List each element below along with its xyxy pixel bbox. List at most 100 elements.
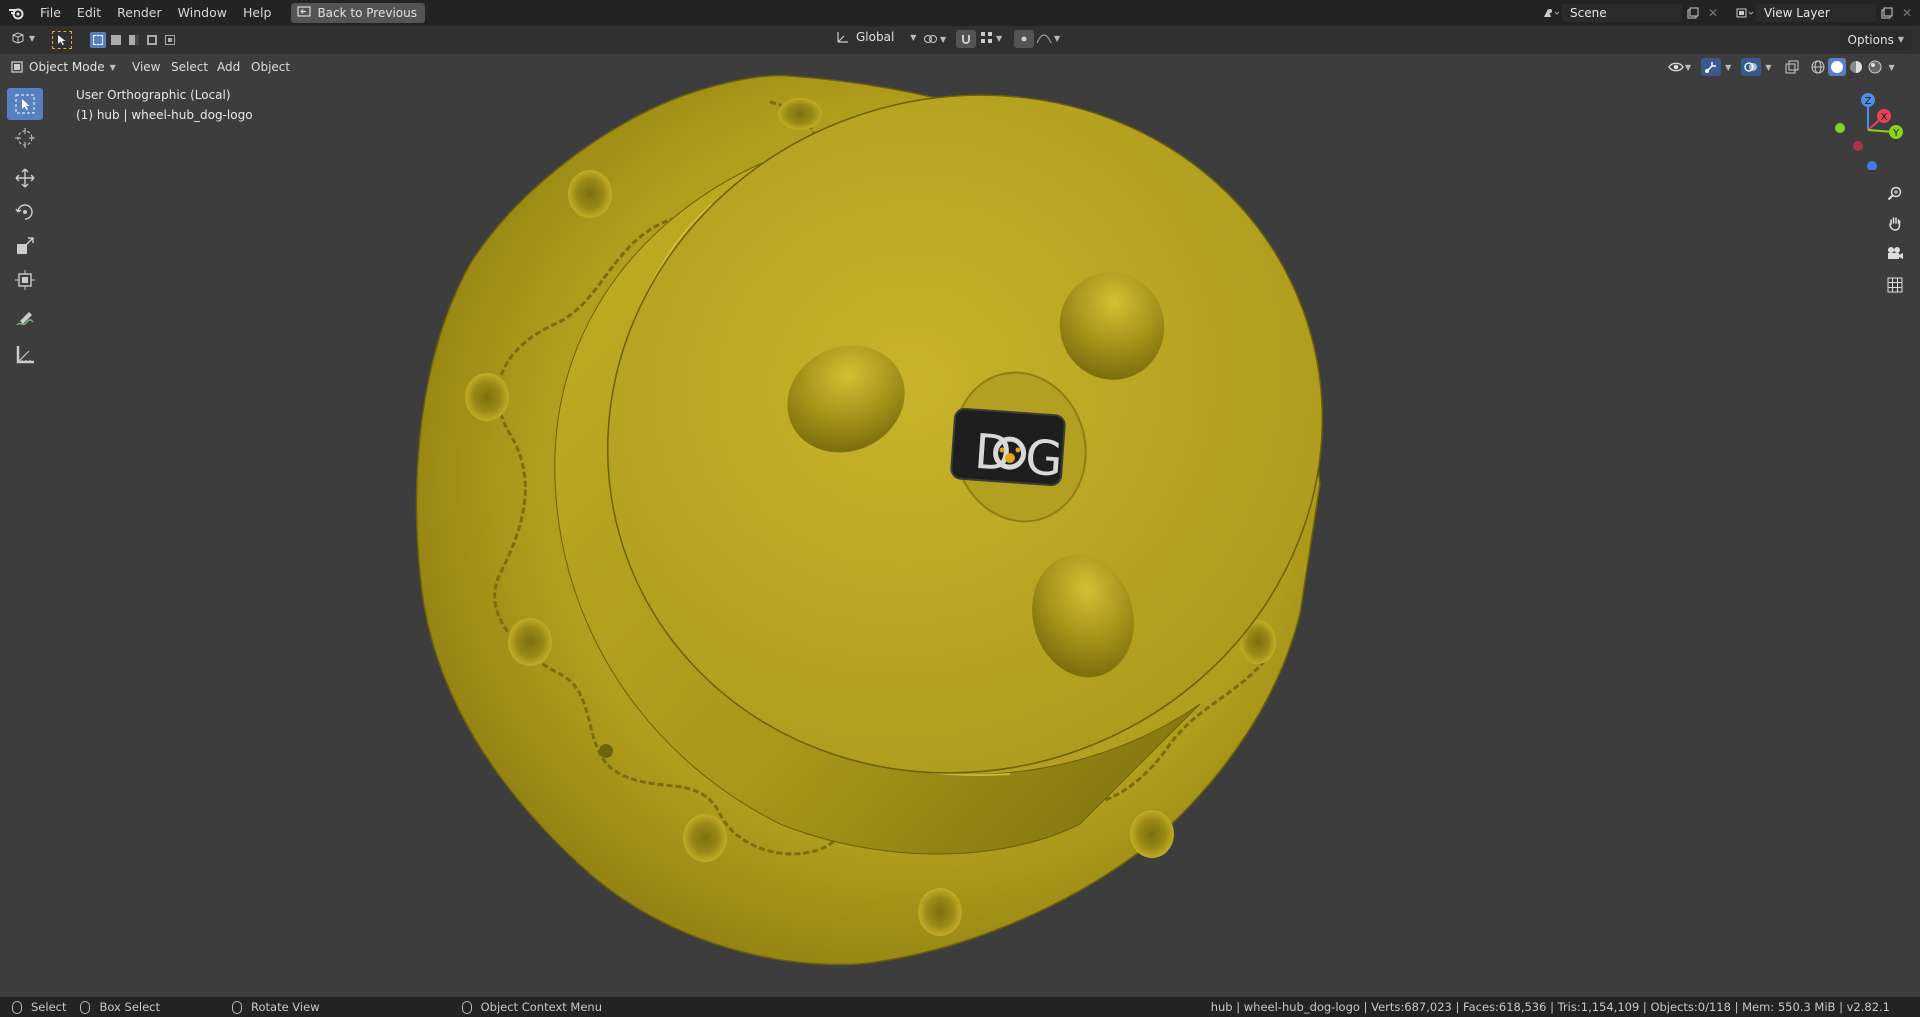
options-dropdown[interactable]: Options ▼ [1839,30,1912,50]
scene-name-field[interactable]: Scene [1562,4,1682,22]
shading-mode-group [1809,58,1884,76]
measure-ruler-icon [16,346,34,364]
menu-render[interactable]: Render [109,0,170,26]
set-new-selection-icon[interactable] [90,32,106,48]
select-box-icon [15,94,35,114]
editor-type-selector[interactable]: ▼ [10,30,35,46]
intersect-selection-icon[interactable] [162,32,178,48]
logo-letter-d: D [973,424,1014,482]
chevron-down-icon: ▼ [1685,62,1692,72]
snap-target-selector[interactable]: ▼ [980,31,1002,45]
snap-increment-icon [981,32,992,43]
menu-help[interactable]: Help [235,0,280,26]
transform-icon [15,270,35,290]
tool-select-box[interactable] [7,88,43,120]
annotate-pencil-icon [16,312,34,326]
status-bar: Select Box Select Rotate View Object Con… [0,997,1920,1017]
wireframe-shading-icon[interactable] [1809,58,1827,76]
solid-shading-icon[interactable] [1828,58,1847,76]
gizmo-z-label: Z [1865,96,1872,107]
viewport-shading-controls: ▼ ▼ ▼ ▼ [1668,57,1895,77]
xray-toggle-icon[interactable] [1783,58,1801,76]
tool-transform[interactable] [7,264,43,296]
blender-logo-icon[interactable] [0,0,32,26]
tool-settings-bar: ▼ Global ▼ ▼ ▼ ▼ Options ▼ [0,26,1920,54]
proportional-editing-icon[interactable] [1014,30,1034,48]
scene-browse-icon[interactable] [1540,3,1562,23]
tool-scale[interactable] [7,230,43,262]
status-select-hint: Select [12,1000,66,1014]
tool-measure[interactable] [7,338,43,370]
subtract-selection-icon[interactable] [126,32,142,48]
falloff-curve-icon [1036,34,1052,44]
chevron-down-icon[interactable]: ▼ [1725,63,1731,72]
view-name-label: User Orthographic (Local) [76,88,231,102]
viewport-menu-object[interactable]: Object [251,57,290,77]
select-tool-active-icon[interactable] [52,31,72,49]
camera-view-icon[interactable] [1882,240,1908,266]
tool-shelf [7,88,47,372]
rendered-shading-icon[interactable] [1866,58,1884,76]
pan-view-hand-icon[interactable] [1882,210,1908,236]
menu-edit[interactable]: Edit [69,0,109,26]
move-icon [15,168,35,188]
proportional-falloff-selector[interactable]: ▼ [1036,31,1060,45]
chevron-down-icon: ▼ [996,33,1003,43]
delete-scene-icon[interactable]: ✕ [1704,6,1722,20]
zoom-view-icon[interactable] [1882,180,1908,206]
wheel-hub-model[interactable]: D G [0,54,1920,997]
view-layer-field[interactable]: View Layer [1756,4,1876,22]
tool-move[interactable] [7,162,43,194]
viewport-menu-add[interactable]: Add [217,57,240,77]
delete-view-layer-icon[interactable]: ✕ [1898,6,1916,20]
gizmo-y-label: Y [1892,128,1900,139]
material-preview-icon[interactable] [1847,58,1865,76]
status-select-label: Select [31,1000,67,1014]
new-view-layer-icon[interactable] [1876,3,1898,23]
tool-rotate[interactable] [7,196,43,228]
status-box-select-hint: Box Select [80,1000,160,1014]
top-bar: File Edit Render Window Help Back to Pre… [0,0,1920,26]
tool-cursor[interactable] [7,122,43,154]
navigation-gizmo[interactable]: Z X Y [1828,90,1908,170]
screen-back-icon [297,5,312,21]
cursor-icon [15,128,35,148]
viewport-menu-select[interactable]: Select [171,57,208,77]
object-info-label: (1) hub | wheel-hub_dog-logo [76,108,253,122]
pivot-point-selector[interactable]: ▼ [922,31,946,47]
chevron-down-icon: ▼ [910,32,917,42]
view-layer-browse-icon[interactable] [1734,3,1756,23]
new-scene-icon[interactable] [1682,3,1704,23]
status-rotate-view-hint: Rotate View [232,1000,320,1014]
transform-orientation-selector[interactable]: Global ▼ [836,30,916,44]
object-mode-selector[interactable]: Object Mode ▼ [10,57,116,77]
mouse-left-icon [12,1000,22,1014]
rotate-icon [15,204,33,220]
object-mode-label: Object Mode [29,60,105,74]
3d-viewport[interactable]: D G User Orthographic (Local) (1) hub | … [0,54,1920,997]
dog-logo-badge: D G [950,407,1066,488]
toggle-ortho-grid-icon[interactable] [1882,272,1908,298]
chevron-down-icon: ▼ [940,34,947,44]
extend-selection-icon[interactable] [108,32,124,48]
orientation-label: Global [856,30,895,44]
overlays-toggle-icon[interactable] [1741,58,1762,76]
tool-annotate[interactable] [7,304,43,336]
viewport-menu-view[interactable]: View [132,57,160,77]
logo-letter-g: G [1023,429,1064,487]
snap-toggle-magnet-icon[interactable] [956,30,976,48]
chevron-down-icon[interactable]: ▼ [1888,63,1894,72]
back-to-previous-button[interactable]: Back to Previous [291,3,425,23]
back-to-previous-label: Back to Previous [317,6,417,20]
visibility-selector[interactable]: ▼ [1668,60,1691,74]
status-box-select-label: Box Select [99,1000,160,1014]
chevron-down-icon: ▼ [29,33,36,43]
invert-selection-icon[interactable] [144,32,160,48]
scene-layer-selectors: Scene ✕ View Layer ✕ [1540,0,1920,26]
gizmo-toggle-icon[interactable] [1701,58,1722,76]
options-label: Options [1847,33,1894,47]
scale-icon [17,237,34,254]
menu-file[interactable]: File [32,0,69,26]
chevron-down-icon[interactable]: ▼ [1765,63,1771,72]
menu-window[interactable]: Window [170,0,235,26]
